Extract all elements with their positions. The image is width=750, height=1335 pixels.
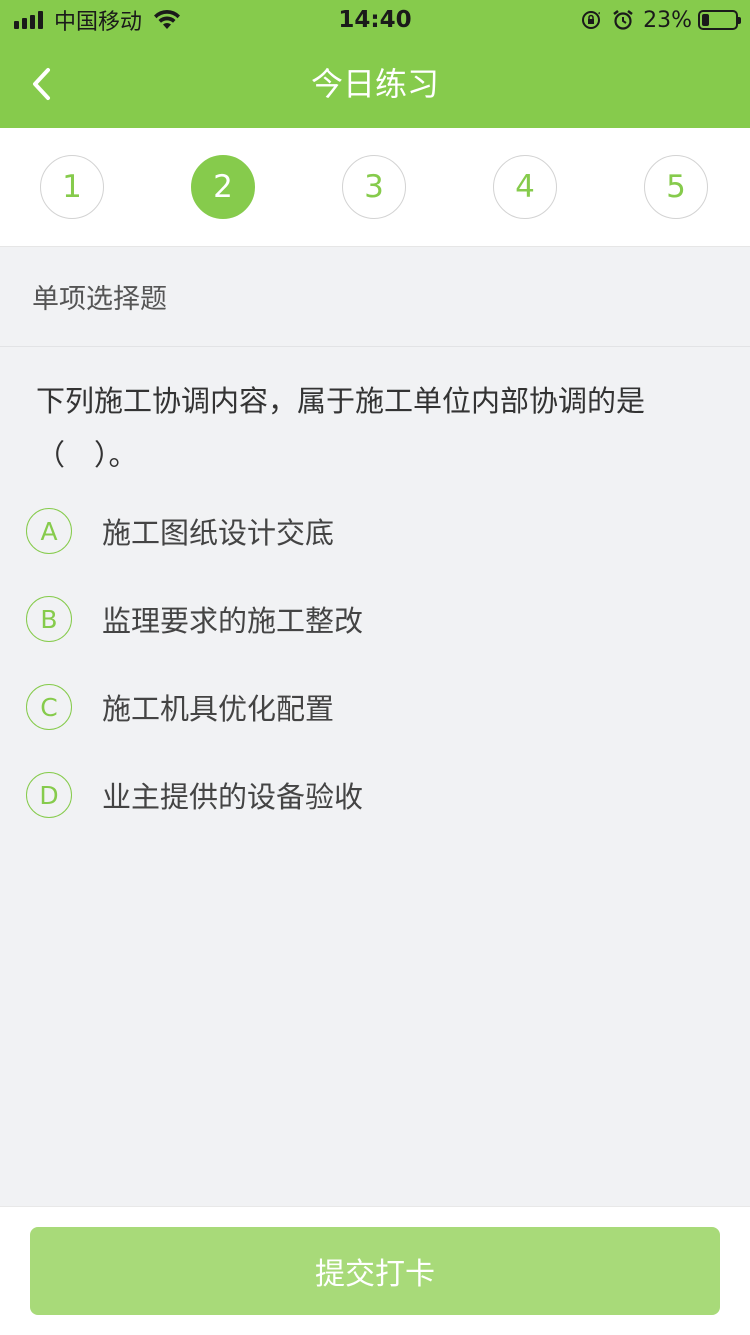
step-2[interactable]: 2 bbox=[191, 155, 255, 219]
option-b[interactable]: B 监理要求的施工整改 bbox=[26, 593, 726, 645]
option-c[interactable]: C 施工机具优化配置 bbox=[26, 681, 726, 733]
question-steps: 1 2 3 4 5 bbox=[0, 128, 750, 247]
question-type-section: 单项选择题 bbox=[0, 252, 750, 347]
step-3[interactable]: 3 bbox=[342, 155, 406, 219]
step-5[interactable]: 5 bbox=[644, 155, 708, 219]
status-right: 23% bbox=[571, 6, 741, 34]
battery-level bbox=[702, 14, 709, 26]
option-letter: D bbox=[26, 772, 72, 818]
status-bar: 中国移动 14:40 23% bbox=[0, 0, 750, 40]
bottom-bar: 提交打卡 bbox=[0, 1206, 750, 1335]
question-text: 下列施工协调内容，属于施工单位内部协调的是 （ ）。 bbox=[36, 374, 716, 482]
page-title: 今日练习 bbox=[310, 65, 439, 103]
option-text: 施工机具优化配置 bbox=[102, 692, 335, 726]
battery-percent: 23% bbox=[643, 7, 692, 33]
option-a[interactable]: A 施工图纸设计交底 bbox=[26, 505, 726, 557]
option-text: 施工图纸设计交底 bbox=[102, 516, 335, 550]
option-d[interactable]: D 业主提供的设备验收 bbox=[26, 769, 726, 821]
step-4[interactable]: 4 bbox=[493, 155, 557, 219]
option-letter: A bbox=[26, 508, 72, 554]
question-type: 单项选择题 bbox=[32, 284, 167, 315]
option-text: 业主提供的设备验收 bbox=[102, 780, 364, 814]
alarm-icon bbox=[613, 10, 633, 30]
question-line-2: （ ）。 bbox=[36, 438, 138, 472]
submit-checkin-button[interactable]: 提交打卡 bbox=[30, 1227, 720, 1315]
option-letter: B bbox=[26, 596, 72, 642]
step-1[interactable]: 1 bbox=[40, 155, 104, 219]
nav-bar: 今日练习 bbox=[0, 40, 750, 128]
battery-icon bbox=[698, 10, 741, 30]
orientation-lock-icon bbox=[582, 11, 601, 29]
option-text: 监理要求的施工整改 bbox=[102, 604, 364, 638]
question-line-1: 下列施工协调内容，属于施工单位内部协调的是 bbox=[36, 384, 646, 418]
option-letter: C bbox=[26, 684, 72, 730]
